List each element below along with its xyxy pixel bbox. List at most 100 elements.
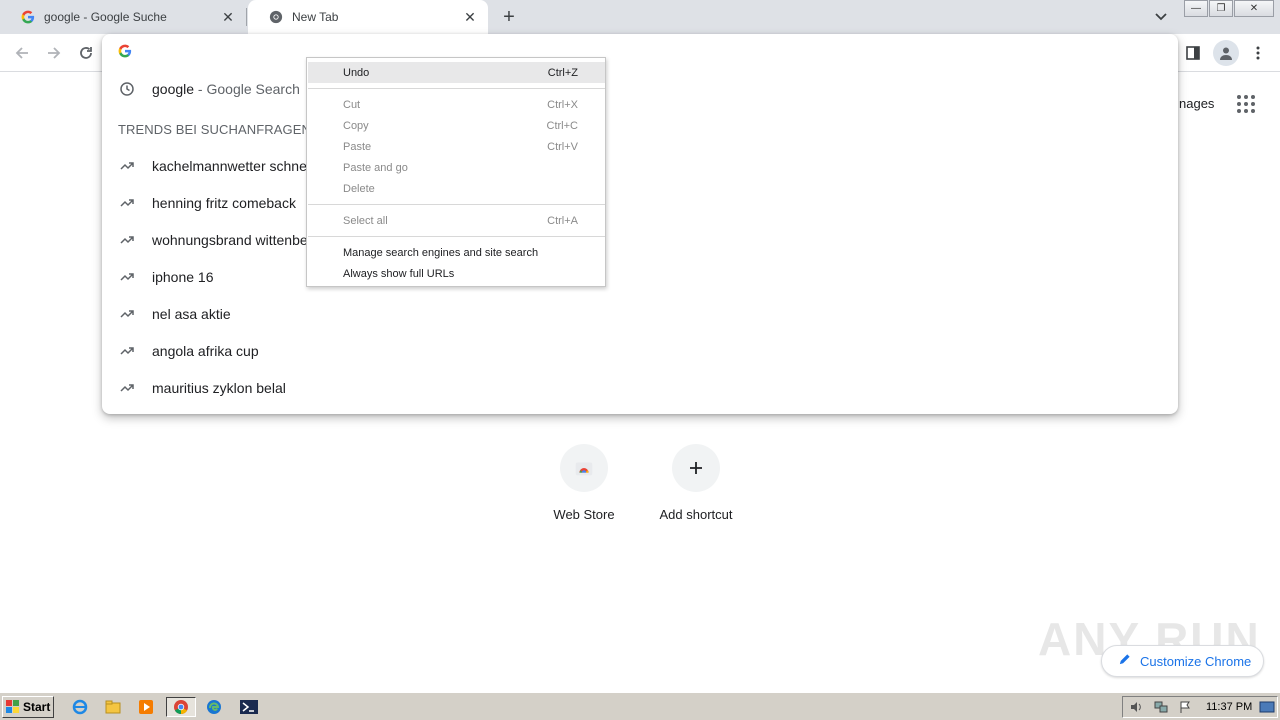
- menu-item-delete[interactable]: Delete: [308, 178, 605, 199]
- start-button[interactable]: Start: [2, 696, 54, 718]
- omnibox: [102, 34, 1178, 70]
- menu-item-label: Delete: [343, 182, 375, 195]
- trend-label: kachelmannwetter schnee: [152, 157, 315, 174]
- tab-title: New Tab: [292, 10, 339, 24]
- menu-item-manage-search-engines[interactable]: Manage search engines and site search: [308, 242, 605, 263]
- volume-icon[interactable]: [1126, 697, 1148, 717]
- trending-arrow-icon: [102, 383, 152, 393]
- chrome-taskbar-icon[interactable]: [166, 697, 196, 717]
- menu-item-shortcut: Ctrl+A: [547, 214, 578, 227]
- trend-suggestion[interactable]: wohnungsbrand wittenberg: [102, 221, 1178, 258]
- address-bar-input[interactable]: [146, 40, 1146, 64]
- trend-label: wohnungsbrand wittenberg: [152, 231, 321, 248]
- chrome-favicon-icon: [268, 9, 284, 25]
- images-link[interactable]: nages: [1179, 96, 1214, 111]
- show-desktop-icon[interactable]: [1256, 697, 1278, 717]
- trending-arrow-icon: [102, 346, 152, 356]
- tab-new-tab[interactable]: New Tab ✕: [248, 0, 488, 34]
- pencil-icon: [1118, 653, 1131, 669]
- kebab-menu-icon[interactable]: [1245, 40, 1271, 66]
- tab-google-suche[interactable]: google - Google Suche ✕: [0, 0, 246, 34]
- menu-item-copy[interactable]: Copy Ctrl+C: [308, 115, 605, 136]
- side-panel-icon[interactable]: [1180, 40, 1206, 66]
- trend-label: iphone 16: [152, 268, 214, 285]
- menu-item-shortcut: Ctrl+X: [547, 98, 578, 111]
- menu-item-cut[interactable]: Cut Ctrl+X: [308, 94, 605, 115]
- menu-item-label: Manage search engines and site search: [343, 246, 539, 259]
- windows-logo-icon: [6, 700, 20, 714]
- suggestion-query: google: [152, 80, 195, 97]
- context-menu: Undo Ctrl+Z Cut Ctrl+X Copy Ctrl+C Paste…: [306, 57, 606, 287]
- shortcut-label: Web Store: [553, 507, 615, 522]
- menu-item-label: Copy: [343, 119, 369, 132]
- trend-suggestion[interactable]: henning fritz comeback: [102, 184, 1178, 221]
- close-window-button[interactable]: ✕: [1234, 0, 1274, 17]
- web-store-icon: [560, 444, 608, 492]
- customize-label: Customize Chrome: [1140, 653, 1252, 669]
- menu-item-label: Select all: [343, 214, 388, 227]
- back-arrow-icon[interactable]: [9, 40, 35, 66]
- google-g-icon: [118, 44, 134, 60]
- menu-separator: [308, 236, 605, 237]
- menu-item-label: Undo: [343, 66, 370, 79]
- menu-item-paste-and-go[interactable]: Paste and go: [308, 157, 605, 178]
- restore-button[interactable]: ❐: [1209, 0, 1233, 17]
- profile-avatar-icon[interactable]: [1213, 40, 1239, 66]
- google-favicon-icon: [20, 9, 36, 25]
- reload-icon[interactable]: [73, 40, 99, 66]
- windows-taskbar: Start 11:37 PM: [0, 692, 1280, 720]
- google-apps-grid-icon[interactable]: [1234, 92, 1258, 116]
- trending-arrow-icon: [102, 272, 152, 282]
- powershell-icon[interactable]: [235, 697, 263, 717]
- tab-close-icon[interactable]: ✕: [216, 5, 240, 29]
- suggestion-history[interactable]: google - Google Search: [102, 70, 1178, 107]
- trend-suggestion[interactable]: nel asa aktie: [102, 295, 1178, 332]
- minimize-button[interactable]: —: [1184, 0, 1208, 17]
- menu-item-label: Paste and go: [343, 161, 408, 174]
- menu-item-undo[interactable]: Undo Ctrl+Z: [308, 62, 605, 83]
- file-explorer-icon[interactable]: [102, 697, 124, 717]
- menu-item-label: Paste: [343, 140, 372, 153]
- menu-item-select-all[interactable]: Select all Ctrl+A: [308, 210, 605, 231]
- tab-title: google - Google Suche: [44, 10, 167, 24]
- menu-item-shortcut: Ctrl+V: [547, 140, 578, 153]
- trends-header: TRENDS BEI SUCHANFRAGEN: [118, 122, 311, 137]
- menu-separator: [308, 204, 605, 205]
- forward-arrow-icon[interactable]: [41, 40, 67, 66]
- omnibox-dropdown: google - Google Search TRENDS BEI SUCHAN…: [102, 34, 1178, 414]
- trend-suggestion[interactable]: iphone 16: [102, 258, 1178, 295]
- new-tab-button[interactable]: +: [497, 5, 521, 29]
- start-label: Start: [23, 700, 51, 714]
- trending-arrow-icon: [102, 198, 152, 208]
- shortcut-add[interactable]: Add shortcut: [640, 444, 752, 522]
- menu-item-label: Cut: [343, 98, 361, 111]
- menu-separator: [308, 88, 605, 89]
- plus-icon: [672, 444, 720, 492]
- trend-label: henning fritz comeback: [152, 194, 296, 211]
- menu-item-label: Always show full URLs: [343, 267, 455, 280]
- trending-arrow-icon: [102, 161, 152, 171]
- trend-suggestion[interactable]: angola afrika cup: [102, 332, 1178, 369]
- tab-strip: google - Google Suche ✕ New Tab ✕ + — ❐ …: [0, 0, 1280, 34]
- tab-separator: [246, 8, 247, 26]
- tab-close-icon[interactable]: ✕: [458, 5, 482, 29]
- trend-suggestion[interactable]: mauritius zyklon belal: [102, 369, 1178, 406]
- edge-icon[interactable]: [203, 697, 225, 717]
- trend-label: nel asa aktie: [152, 305, 231, 322]
- trend-suggestion[interactable]: kachelmannwetter schnee: [102, 147, 1178, 184]
- menu-item-always-show-full-urls[interactable]: Always show full URLs: [308, 263, 605, 284]
- network-icon[interactable]: [1150, 697, 1172, 717]
- trending-arrow-icon: [102, 235, 152, 245]
- menu-item-paste[interactable]: Paste Ctrl+V: [308, 136, 605, 157]
- internet-explorer-icon[interactable]: [69, 697, 91, 717]
- menu-item-shortcut: Ctrl+Z: [547, 66, 578, 79]
- shortcut-web-store[interactable]: Web Store: [528, 444, 640, 522]
- trending-arrow-icon: [102, 309, 152, 319]
- action-center-flag-icon[interactable]: [1174, 697, 1196, 717]
- taskbar-clock[interactable]: 11:37 PM: [1206, 701, 1252, 713]
- history-clock-icon: [102, 81, 152, 96]
- tab-search-chevron-icon[interactable]: [1150, 6, 1172, 28]
- media-player-icon[interactable]: [135, 697, 157, 717]
- suggestion-suffix: - Google Search: [194, 80, 300, 97]
- customize-chrome-button[interactable]: Customize Chrome: [1101, 645, 1264, 677]
